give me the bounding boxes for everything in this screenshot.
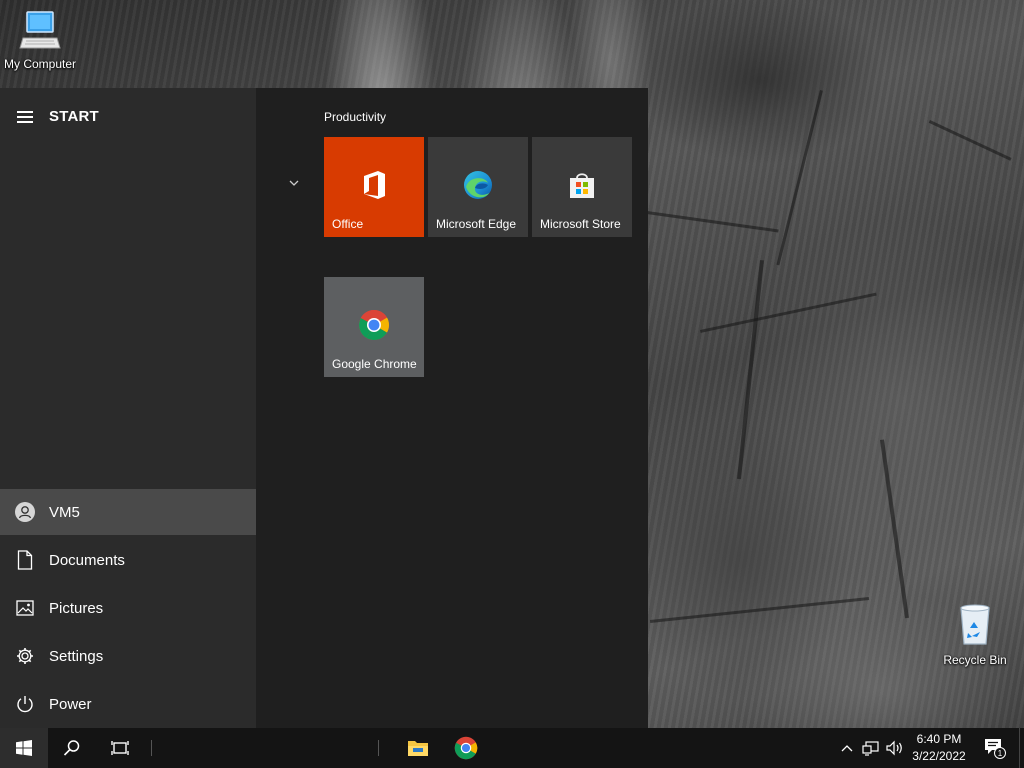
task-view-button[interactable] bbox=[96, 728, 144, 768]
windows-start-icon bbox=[16, 740, 32, 756]
speaker-icon bbox=[886, 740, 902, 756]
sidebar-item-label: VM5 bbox=[49, 503, 80, 521]
search-button[interactable] bbox=[48, 728, 96, 768]
sidebar-item-power[interactable]: Power bbox=[0, 681, 256, 727]
notification-count: 1 bbox=[998, 749, 1003, 758]
sidebar-item-label: Documents bbox=[49, 551, 125, 569]
taskbar: 6:40 PM 3/22/2022 1 bbox=[0, 728, 1024, 768]
clock-time: 6:40 PM bbox=[916, 732, 962, 746]
pictures-icon bbox=[15, 598, 35, 618]
file-explorer-taskbar-button[interactable] bbox=[394, 728, 442, 768]
chrome-taskbar-button[interactable] bbox=[442, 728, 490, 768]
chrome-icon bbox=[454, 736, 478, 760]
tile-label: Google Chrome bbox=[332, 357, 417, 371]
file-explorer-icon bbox=[408, 741, 428, 756]
document-icon bbox=[15, 550, 35, 570]
tile-microsoft-edge[interactable]: Microsoft Edge bbox=[428, 137, 528, 237]
collapse-group-chevron-icon[interactable] bbox=[285, 174, 303, 192]
tile-label: Office bbox=[332, 217, 364, 231]
clock-date: 3/22/2022 bbox=[912, 749, 966, 763]
tile-microsoft-store[interactable]: Microsoft Store bbox=[532, 137, 632, 237]
edge-icon bbox=[464, 171, 492, 199]
start-button[interactable] bbox=[0, 728, 48, 768]
sidebar-item-settings[interactable]: Settings bbox=[0, 633, 256, 679]
search-icon bbox=[63, 740, 80, 756]
recycle-bin-label: Recycle Bin bbox=[943, 653, 1007, 667]
chevron-up-icon bbox=[841, 745, 853, 752]
start-menu-header: START bbox=[0, 102, 256, 130]
volume-button[interactable] bbox=[884, 728, 906, 768]
recycle-bin-shortcut[interactable]: Recycle Bin bbox=[935, 602, 1015, 667]
show-desktop-button[interactable] bbox=[1019, 728, 1024, 768]
office-icon bbox=[364, 171, 385, 199]
network-icon bbox=[862, 741, 879, 756]
taskbar-divider bbox=[151, 740, 152, 756]
action-center-button[interactable]: 1 bbox=[980, 728, 1010, 768]
start-menu: START VM5 Documents Pictures Settings Po… bbox=[0, 88, 648, 728]
gear-icon bbox=[15, 646, 35, 666]
recycle-bin-icon bbox=[960, 604, 990, 645]
store-icon bbox=[570, 173, 594, 198]
sidebar-item-label: Settings bbox=[49, 647, 104, 665]
start-menu-sidebar: START VM5 Documents Pictures Settings Po… bbox=[0, 88, 256, 728]
tile-group-title[interactable]: Productivity bbox=[324, 110, 386, 124]
my-computer-shortcut[interactable]: My Computer bbox=[0, 8, 80, 71]
sidebar-item-pictures[interactable]: Pictures bbox=[0, 585, 256, 631]
sidebar-item-label: Pictures bbox=[49, 599, 104, 617]
notifications-icon: 1 bbox=[985, 739, 1006, 759]
taskbar-divider bbox=[378, 740, 379, 756]
hamburger-menu-icon[interactable] bbox=[17, 111, 33, 123]
network-button[interactable] bbox=[860, 728, 882, 768]
user-avatar-icon bbox=[15, 502, 35, 522]
sidebar-item-user[interactable]: VM5 bbox=[0, 489, 256, 535]
start-title: START bbox=[49, 108, 99, 125]
sidebar-item-documents[interactable]: Documents bbox=[0, 537, 256, 583]
taskbar-clock[interactable]: 6:40 PM 3/22/2022 bbox=[904, 731, 974, 765]
tile-google-chrome[interactable]: Google Chrome bbox=[324, 277, 424, 377]
chrome-icon bbox=[359, 310, 390, 341]
computer-icon bbox=[19, 11, 61, 49]
tile-label: Microsoft Store bbox=[540, 217, 621, 231]
show-hidden-icons-button[interactable] bbox=[838, 728, 856, 768]
tile-label: Microsoft Edge bbox=[436, 217, 517, 231]
my-computer-label: My Computer bbox=[3, 57, 77, 71]
power-icon bbox=[15, 694, 35, 714]
sidebar-item-label: Power bbox=[49, 695, 92, 713]
task-view-icon bbox=[111, 741, 129, 755]
tile-office[interactable]: Office bbox=[324, 137, 424, 237]
